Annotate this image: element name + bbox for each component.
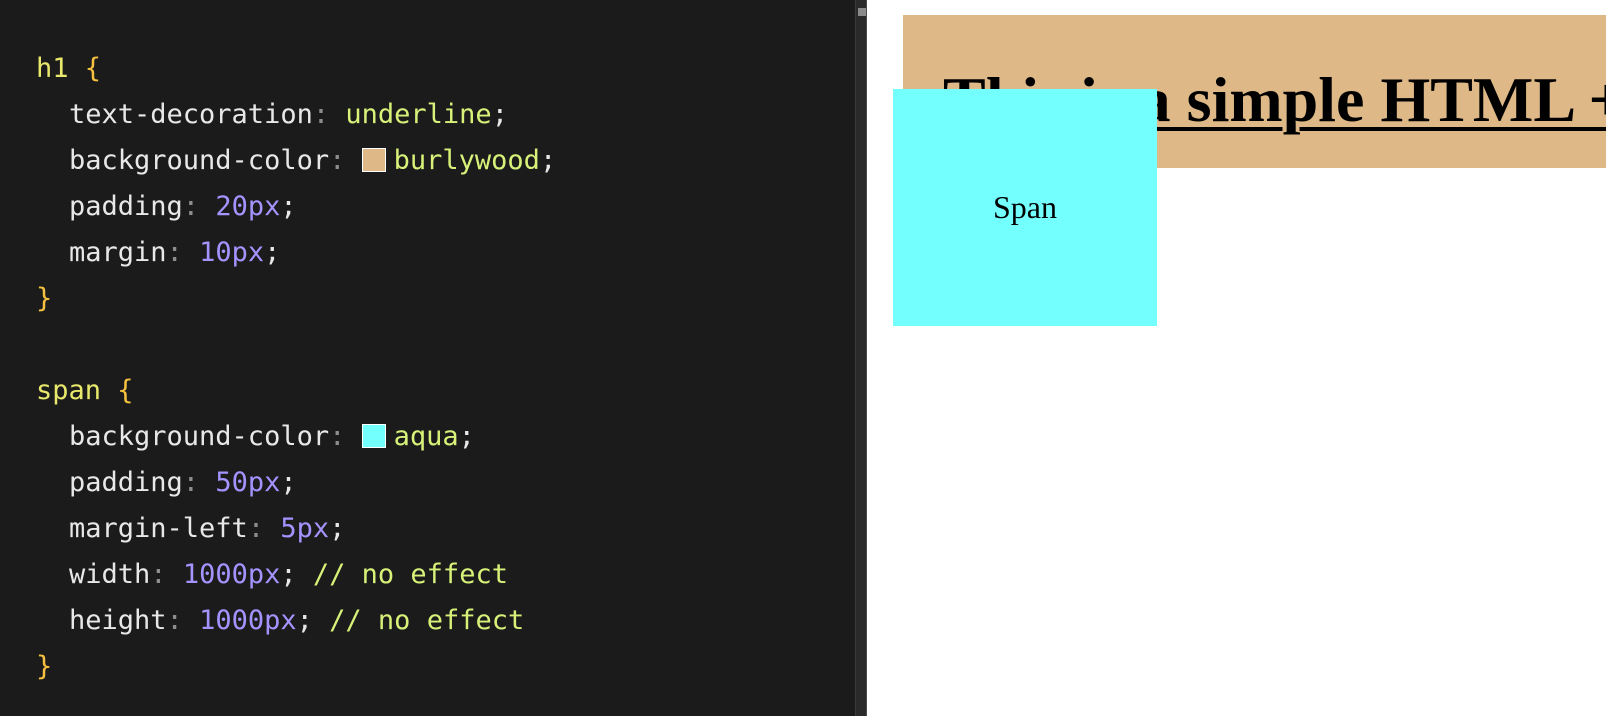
value: 1000px bbox=[199, 605, 297, 636]
semicolon: ; bbox=[264, 237, 281, 268]
semicolon: ; bbox=[296, 605, 313, 636]
span-label: Span bbox=[993, 189, 1057, 225]
colon: : bbox=[247, 513, 265, 544]
value: 20px bbox=[215, 191, 281, 222]
code-line: padding: 50px; bbox=[36, 460, 556, 506]
code-line: margin: 10px; bbox=[36, 230, 556, 276]
semicolon: ; bbox=[280, 467, 297, 498]
property: width bbox=[69, 559, 151, 590]
brace: { bbox=[84, 53, 102, 84]
code-line: } bbox=[36, 644, 556, 690]
code-block[interactable]: h1 { text-decoration: underline; backgro… bbox=[36, 46, 556, 690]
property: background-color bbox=[69, 421, 330, 452]
colon: : bbox=[182, 467, 200, 498]
semicolon: ; bbox=[280, 559, 297, 590]
comment: // no effect bbox=[312, 559, 508, 590]
code-line: padding: 20px; bbox=[36, 184, 556, 230]
semicolon: ; bbox=[280, 191, 297, 222]
code-line: span { bbox=[36, 368, 556, 414]
code-line: } bbox=[36, 276, 556, 322]
semicolon: ; bbox=[539, 145, 557, 176]
code-line: height: 1000px; // no effect bbox=[36, 598, 556, 644]
colon: : bbox=[329, 421, 346, 452]
scrollbar-thumb[interactable] bbox=[858, 8, 866, 16]
property: height bbox=[69, 605, 167, 636]
property: padding bbox=[69, 467, 183, 498]
value: 10px bbox=[199, 237, 265, 268]
property: padding bbox=[69, 191, 183, 222]
colon: : bbox=[166, 237, 183, 268]
property: margin bbox=[69, 237, 167, 268]
code-line: margin-left: 5px; bbox=[36, 506, 556, 552]
brace: } bbox=[36, 283, 53, 314]
value: underline bbox=[345, 99, 492, 130]
semicolon: ; bbox=[491, 99, 508, 130]
property: text-decoration bbox=[69, 99, 313, 130]
css-editor[interactable]: h1 { text-decoration: underline; backgro… bbox=[0, 0, 855, 716]
color-swatch[interactable] bbox=[361, 424, 386, 448]
code-line: background-color: aqua; bbox=[36, 414, 556, 460]
brace: { bbox=[117, 375, 134, 406]
colon: : bbox=[150, 559, 167, 590]
value: aqua bbox=[393, 421, 459, 452]
value: burlywood bbox=[393, 145, 540, 176]
color-swatch[interactable] bbox=[361, 148, 386, 172]
selector: span bbox=[36, 375, 102, 406]
pane-divider[interactable] bbox=[855, 0, 867, 716]
code-line: h1 { bbox=[36, 46, 556, 92]
semicolon: ; bbox=[329, 513, 346, 544]
colon: : bbox=[312, 99, 330, 130]
comment: // no effect bbox=[329, 605, 525, 636]
colon: : bbox=[182, 191, 200, 222]
preview-pane: This is a simple HTML + CSS example Span bbox=[867, 0, 1606, 716]
code-line: text-decoration: underline; bbox=[36, 92, 556, 138]
selector: h1 bbox=[36, 53, 69, 84]
property: background-color bbox=[69, 145, 330, 176]
span-preview-box: Span bbox=[893, 89, 1157, 326]
brace: } bbox=[36, 651, 53, 682]
colon: : bbox=[166, 605, 183, 636]
code-line: background-color: burlywood; bbox=[36, 138, 556, 184]
property: margin-left bbox=[69, 513, 248, 544]
value: 5px bbox=[280, 513, 330, 544]
colon: : bbox=[329, 145, 346, 176]
semicolon: ; bbox=[458, 421, 475, 452]
value: 1000px bbox=[182, 559, 281, 590]
value: 50px bbox=[215, 467, 281, 498]
code-line: width: 1000px; // no effect bbox=[36, 552, 556, 598]
